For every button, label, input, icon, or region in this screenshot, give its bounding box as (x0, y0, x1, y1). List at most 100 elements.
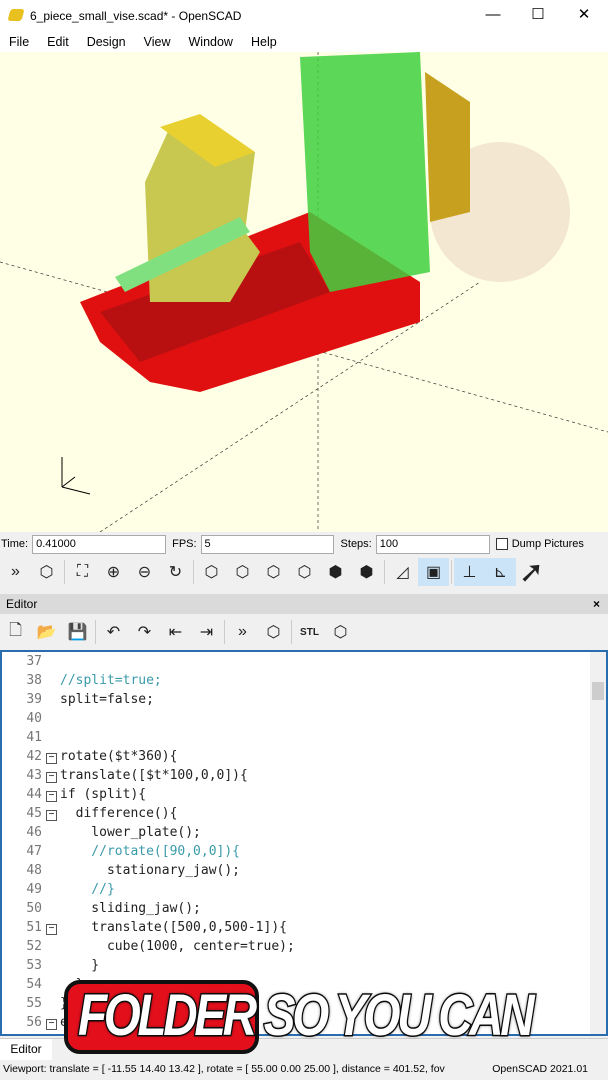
editor-close-button[interactable]: × (593, 594, 600, 614)
dump-pictures-label: Dump Pictures (511, 538, 584, 550)
fps-input[interactable] (200, 534, 334, 554)
export-stl-icon[interactable]: STL (294, 618, 325, 646)
view-top-icon[interactable]: ⬡ (227, 558, 258, 586)
mouse-cursor-icon: ➚ (518, 555, 545, 589)
code-line: rotate($t*360){ (60, 749, 178, 764)
caption-text: FOLDER SO YOU CAN (77, 982, 536, 1050)
menu-edit[interactable]: Edit (38, 32, 78, 52)
new-file-icon[interactable]: 🗋 (0, 618, 31, 646)
line-number: 43 (26, 768, 42, 783)
viewport-status: Viewport: translate = [ -11.55 14.40 13.… (3, 1063, 445, 1075)
line-number: 44 (26, 787, 42, 802)
menu-window[interactable]: Window (180, 32, 242, 52)
zoom-in-icon[interactable]: ⊕ (98, 558, 129, 586)
video-caption-overlay: FOLDER SO YOU CAN (64, 980, 554, 1054)
dump-pictures-checkbox[interactable] (495, 538, 508, 550)
line-number: 47 (26, 844, 42, 859)
zoom-out-icon[interactable]: ⊖ (129, 558, 160, 586)
undo-icon[interactable]: ↶ (98, 618, 129, 646)
line-number: 39 (26, 692, 42, 707)
view-back-icon[interactable]: ⬢ (351, 558, 382, 586)
line-number: 52 (26, 939, 42, 954)
menu-bar: File Edit Design View Window Help (0, 32, 608, 52)
3d-viewport[interactable] (0, 52, 608, 532)
fold-toggle-icon[interactable]: − (46, 791, 57, 802)
editor-header: Editor × (0, 594, 608, 614)
menu-help[interactable]: Help (242, 32, 286, 52)
render-icon[interactable]: ⬡ (258, 618, 289, 646)
view-all-icon[interactable]: ⛶ (67, 558, 98, 586)
line-number: 50 (26, 901, 42, 916)
view-right-icon[interactable]: ⬡ (196, 558, 227, 586)
time-input[interactable] (32, 534, 167, 554)
perspective-icon[interactable]: ◿ (387, 558, 418, 586)
window-title: 6_piece_small_vise.scad* - OpenSCAD (30, 9, 242, 23)
unindent-icon[interactable]: ⇤ (160, 618, 191, 646)
preview-icon[interactable]: » (0, 558, 31, 586)
steps-label: Steps: (340, 538, 372, 550)
show-axes-icon[interactable]: ⊥ (454, 558, 485, 586)
time-label: Time: (1, 538, 29, 550)
code-line: difference(){ (60, 806, 178, 821)
code-editor[interactable]: 37 38//split=true; 39 split=false; 40 41 42− ro… (0, 650, 608, 1036)
indent-icon[interactable]: ⇥ (191, 618, 222, 646)
reset-view-icon[interactable]: ↻ (160, 558, 191, 586)
version-label: OpenSCAD 2021.01 (488, 1059, 588, 1080)
fps-label: FPS: (172, 538, 197, 550)
scale-markers-icon[interactable]: ⊾ (485, 558, 516, 586)
line-number: 51 (26, 920, 42, 935)
line-number: 46 (26, 825, 42, 840)
status-bar: Viewport: translate = [ -11.55 14.40 13.… (0, 1059, 608, 1080)
code-line: //rotate([90,0,0]){ (60, 844, 241, 859)
menu-view[interactable]: View (135, 32, 180, 52)
view-front-icon[interactable]: ⬢ (320, 558, 351, 586)
steps-input[interactable] (375, 534, 490, 554)
line-number: 37 (26, 654, 42, 669)
line-number: 48 (26, 863, 42, 878)
openscad-app-icon (7, 9, 25, 21)
save-icon[interactable]: 💾 (62, 618, 93, 646)
line-number: 54 (26, 977, 42, 992)
line-number: 38 (26, 673, 42, 688)
render-icon[interactable]: ⬡ (31, 558, 62, 586)
close-button[interactable]: ✕ (561, 0, 607, 32)
menu-file[interactable]: File (0, 32, 38, 52)
code-line: stationary_jaw(); (60, 863, 241, 878)
line-number: 45 (26, 806, 42, 821)
code-line: cube(1000, center=true); (60, 939, 295, 954)
menu-design[interactable]: Design (78, 32, 135, 52)
editor-title: Editor (6, 597, 38, 611)
fold-toggle-icon[interactable]: − (46, 1019, 57, 1030)
code-line: sliding_jaw(); (60, 901, 201, 916)
line-number: 41 (26, 730, 42, 745)
handle-knob (425, 72, 470, 222)
open-folder-icon[interactable]: 📂 (31, 618, 62, 646)
editor-scrollbar[interactable] (590, 652, 606, 1034)
editor-toolbar: 🗋 📂 💾 ↶ ↷ ⇤ ⇥ » ⬡ STL ⬡ (0, 616, 608, 648)
code-line: } (60, 958, 100, 973)
code-line: if (split){ (60, 787, 147, 802)
fold-toggle-icon[interactable]: − (46, 924, 57, 935)
animation-bar: Time: FPS: Steps: Dump Pictures (0, 532, 608, 556)
send-to-print-icon[interactable]: ⬡ (325, 618, 356, 646)
view-bottom-icon[interactable]: ⬡ (258, 558, 289, 586)
fold-toggle-icon[interactable]: − (46, 772, 57, 783)
code-line: //} (60, 882, 115, 897)
line-number: 53 (26, 958, 42, 973)
preview-icon[interactable]: » (227, 618, 258, 646)
code-line: translate([$t*100,0,0]){ (60, 768, 248, 783)
line-number: 56 (26, 1015, 42, 1030)
code-line: split=false; (60, 692, 154, 707)
minimize-button[interactable]: — (470, 0, 516, 32)
tab-editor[interactable]: Editor (0, 1039, 52, 1060)
line-number: 40 (26, 711, 42, 726)
view-left-icon[interactable]: ⬡ (289, 558, 320, 586)
line-number: 55 (26, 996, 42, 1011)
fold-toggle-icon[interactable]: − (46, 753, 57, 764)
fold-toggle-icon[interactable]: − (46, 810, 57, 821)
redo-icon[interactable]: ↷ (129, 618, 160, 646)
orthogonal-icon[interactable]: ▣ (418, 558, 449, 586)
code-line: //split=true; (60, 673, 162, 688)
sliding-jaw (300, 52, 430, 292)
maximize-button[interactable]: ☐ (515, 0, 561, 32)
